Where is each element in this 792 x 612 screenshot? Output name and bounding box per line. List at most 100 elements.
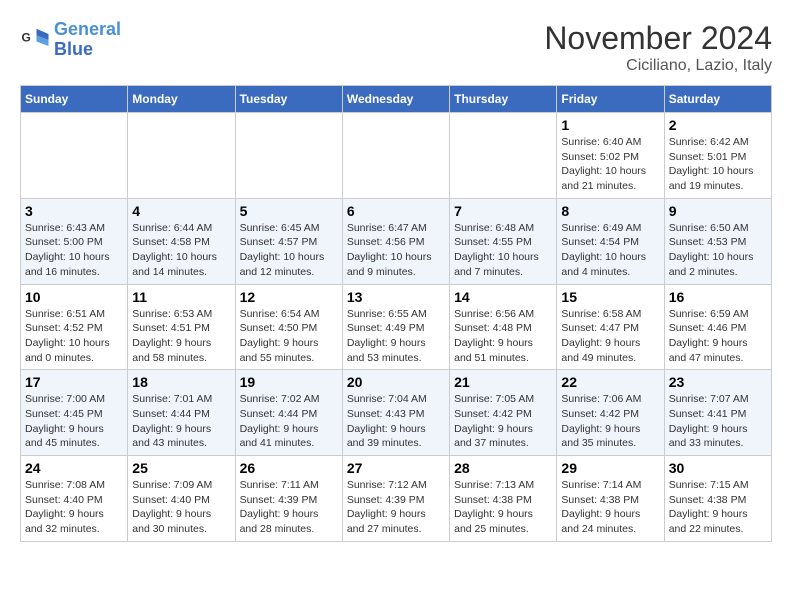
day-number: 14 — [454, 289, 552, 305]
day-cell: 12 Sunrise: 6:54 AM Sunset: 4:50 PM Dayli… — [235, 284, 342, 370]
day-cell — [450, 113, 557, 199]
day-cell: 23Sunrise: 7:07 AM Sunset: 4:41 PM Dayli… — [664, 370, 771, 456]
svg-text:G: G — [22, 30, 31, 44]
day-cell: 1 Sunrise: 6:40 AM Sunset: 5:02 PM Daylig… — [557, 113, 664, 199]
day-number: 26 — [240, 460, 338, 476]
logo-icon: G — [20, 25, 50, 55]
location-title: Ciciliano, Lazio, Italy — [544, 57, 772, 75]
day-info: Sunrise: 7:06 AM Sunset: 4:42 PM Dayligh… — [561, 392, 659, 451]
day-number: 13 — [347, 289, 445, 305]
day-number: 1 — [561, 117, 659, 133]
day-cell: 9 Sunrise: 6:50 AM Sunset: 4:53 PM Daylig… — [664, 198, 771, 284]
day-info: Sunrise: 6:55 AM Sunset: 4:49 PM Dayligh… — [347, 307, 445, 366]
day-info: Sunrise: 7:02 AM Sunset: 4:44 PM Dayligh… — [240, 392, 338, 451]
day-cell: 25 Sunrise: 7:09 AM Sunset: 4:40 PM Dayli… — [128, 456, 235, 542]
day-cell: 8 Sunrise: 6:49 AM Sunset: 4:54 PM Daylig… — [557, 198, 664, 284]
month-title: November 2024 — [544, 20, 772, 57]
day-cell: 21Sunrise: 7:05 AM Sunset: 4:42 PM Dayli… — [450, 370, 557, 456]
day-cell: 15 Sunrise: 6:58 AM Sunset: 4:47 PM Dayli… — [557, 284, 664, 370]
day-number: 3 — [25, 203, 123, 219]
day-info: Sunrise: 7:12 AM Sunset: 4:39 PM Dayligh… — [347, 478, 445, 537]
weekday-header-friday: Friday — [557, 86, 664, 113]
day-cell: 29Sunrise: 7:14 AM Sunset: 4:38 PM Dayli… — [557, 456, 664, 542]
day-info: Sunrise: 7:01 AM Sunset: 4:44 PM Dayligh… — [132, 392, 230, 451]
day-number: 7 — [454, 203, 552, 219]
calendar-table: SundayMondayTuesdayWednesdayThursdayFrid… — [20, 85, 772, 542]
day-number: 20 — [347, 374, 445, 390]
logo-text: General Blue — [54, 20, 121, 60]
day-cell: 7 Sunrise: 6:48 AM Sunset: 4:55 PM Daylig… — [450, 198, 557, 284]
day-number: 11 — [132, 289, 230, 305]
day-number: 27 — [347, 460, 445, 476]
day-number: 19 — [240, 374, 338, 390]
day-info: Sunrise: 6:56 AM Sunset: 4:48 PM Dayligh… — [454, 307, 552, 366]
day-cell: 16Sunrise: 6:59 AM Sunset: 4:46 PM Dayli… — [664, 284, 771, 370]
week-row-4: 17Sunrise: 7:00 AM Sunset: 4:45 PM Dayli… — [21, 370, 772, 456]
day-cell: 13 Sunrise: 6:55 AM Sunset: 4:49 PM Dayli… — [342, 284, 449, 370]
day-number: 4 — [132, 203, 230, 219]
day-number: 17 — [25, 374, 123, 390]
day-cell: 11 Sunrise: 6:53 AM Sunset: 4:51 PM Dayli… — [128, 284, 235, 370]
day-number: 6 — [347, 203, 445, 219]
day-cell: 17Sunrise: 7:00 AM Sunset: 4:45 PM Dayli… — [21, 370, 128, 456]
day-cell: 10Sunrise: 6:51 AM Sunset: 4:52 PM Dayli… — [21, 284, 128, 370]
day-cell: 14 Sunrise: 6:56 AM Sunset: 4:48 PM Dayli… — [450, 284, 557, 370]
day-number: 23 — [669, 374, 767, 390]
day-info: Sunrise: 6:40 AM Sunset: 5:02 PM Dayligh… — [561, 135, 659, 194]
day-cell: 4 Sunrise: 6:44 AM Sunset: 4:58 PM Daylig… — [128, 198, 235, 284]
day-info: Sunrise: 7:11 AM Sunset: 4:39 PM Dayligh… — [240, 478, 338, 537]
day-number: 12 — [240, 289, 338, 305]
day-number: 8 — [561, 203, 659, 219]
day-number: 22 — [561, 374, 659, 390]
day-info: Sunrise: 6:50 AM Sunset: 4:53 PM Dayligh… — [669, 221, 767, 280]
day-info: Sunrise: 7:13 AM Sunset: 4:38 PM Dayligh… — [454, 478, 552, 537]
day-cell — [21, 113, 128, 199]
day-cell: 6 Sunrise: 6:47 AM Sunset: 4:56 PM Daylig… — [342, 198, 449, 284]
day-cell: 26 Sunrise: 7:11 AM Sunset: 4:39 PM Dayli… — [235, 456, 342, 542]
day-cell — [235, 113, 342, 199]
day-info: Sunrise: 6:47 AM Sunset: 4:56 PM Dayligh… — [347, 221, 445, 280]
day-number: 15 — [561, 289, 659, 305]
day-number: 28 — [454, 460, 552, 476]
day-cell: 24Sunrise: 7:08 AM Sunset: 4:40 PM Dayli… — [21, 456, 128, 542]
day-cell — [342, 113, 449, 199]
logo: G General Blue — [20, 20, 121, 60]
week-row-1: 1 Sunrise: 6:40 AM Sunset: 5:02 PM Daylig… — [21, 113, 772, 199]
day-info: Sunrise: 7:15 AM Sunset: 4:38 PM Dayligh… — [669, 478, 767, 537]
day-info: Sunrise: 6:49 AM Sunset: 4:54 PM Dayligh… — [561, 221, 659, 280]
day-info: Sunrise: 6:45 AM Sunset: 4:57 PM Dayligh… — [240, 221, 338, 280]
weekday-header-row: SundayMondayTuesdayWednesdayThursdayFrid… — [21, 86, 772, 113]
day-info: Sunrise: 6:43 AM Sunset: 5:00 PM Dayligh… — [25, 221, 123, 280]
day-cell — [128, 113, 235, 199]
day-info: Sunrise: 6:53 AM Sunset: 4:51 PM Dayligh… — [132, 307, 230, 366]
day-number: 30 — [669, 460, 767, 476]
day-info: Sunrise: 6:59 AM Sunset: 4:46 PM Dayligh… — [669, 307, 767, 366]
day-info: Sunrise: 6:44 AM Sunset: 4:58 PM Dayligh… — [132, 221, 230, 280]
day-cell: 19 Sunrise: 7:02 AM Sunset: 4:44 PM Dayli… — [235, 370, 342, 456]
day-info: Sunrise: 6:51 AM Sunset: 4:52 PM Dayligh… — [25, 307, 123, 366]
day-number: 24 — [25, 460, 123, 476]
day-number: 9 — [669, 203, 767, 219]
day-cell: 2Sunrise: 6:42 AM Sunset: 5:01 PM Daylig… — [664, 113, 771, 199]
day-cell: 30 Sunrise: 7:15 AM Sunset: 4:38 PM Dayli… — [664, 456, 771, 542]
day-number: 18 — [132, 374, 230, 390]
weekday-header-tuesday: Tuesday — [235, 86, 342, 113]
day-number: 29 — [561, 460, 659, 476]
week-row-5: 24Sunrise: 7:08 AM Sunset: 4:40 PM Dayli… — [21, 456, 772, 542]
week-row-2: 3 Sunrise: 6:43 AM Sunset: 5:00 PM Daylig… — [21, 198, 772, 284]
day-cell: 27 Sunrise: 7:12 AM Sunset: 4:39 PM Dayli… — [342, 456, 449, 542]
day-info: Sunrise: 7:04 AM Sunset: 4:43 PM Dayligh… — [347, 392, 445, 451]
day-info: Sunrise: 6:48 AM Sunset: 4:55 PM Dayligh… — [454, 221, 552, 280]
day-info: Sunrise: 7:09 AM Sunset: 4:40 PM Dayligh… — [132, 478, 230, 537]
day-info: Sunrise: 7:05 AM Sunset: 4:42 PM Dayligh… — [454, 392, 552, 451]
title-area: November 2024 Ciciliano, Lazio, Italy — [544, 20, 772, 75]
weekday-header-sunday: Sunday — [21, 86, 128, 113]
weekday-header-monday: Monday — [128, 86, 235, 113]
day-info: Sunrise: 6:58 AM Sunset: 4:47 PM Dayligh… — [561, 307, 659, 366]
day-number: 25 — [132, 460, 230, 476]
day-cell: 22 Sunrise: 7:06 AM Sunset: 4:42 PM Dayli… — [557, 370, 664, 456]
day-info: Sunrise: 6:54 AM Sunset: 4:50 PM Dayligh… — [240, 307, 338, 366]
day-number: 5 — [240, 203, 338, 219]
day-cell: 3 Sunrise: 6:43 AM Sunset: 5:00 PM Daylig… — [21, 198, 128, 284]
weekday-header-thursday: Thursday — [450, 86, 557, 113]
